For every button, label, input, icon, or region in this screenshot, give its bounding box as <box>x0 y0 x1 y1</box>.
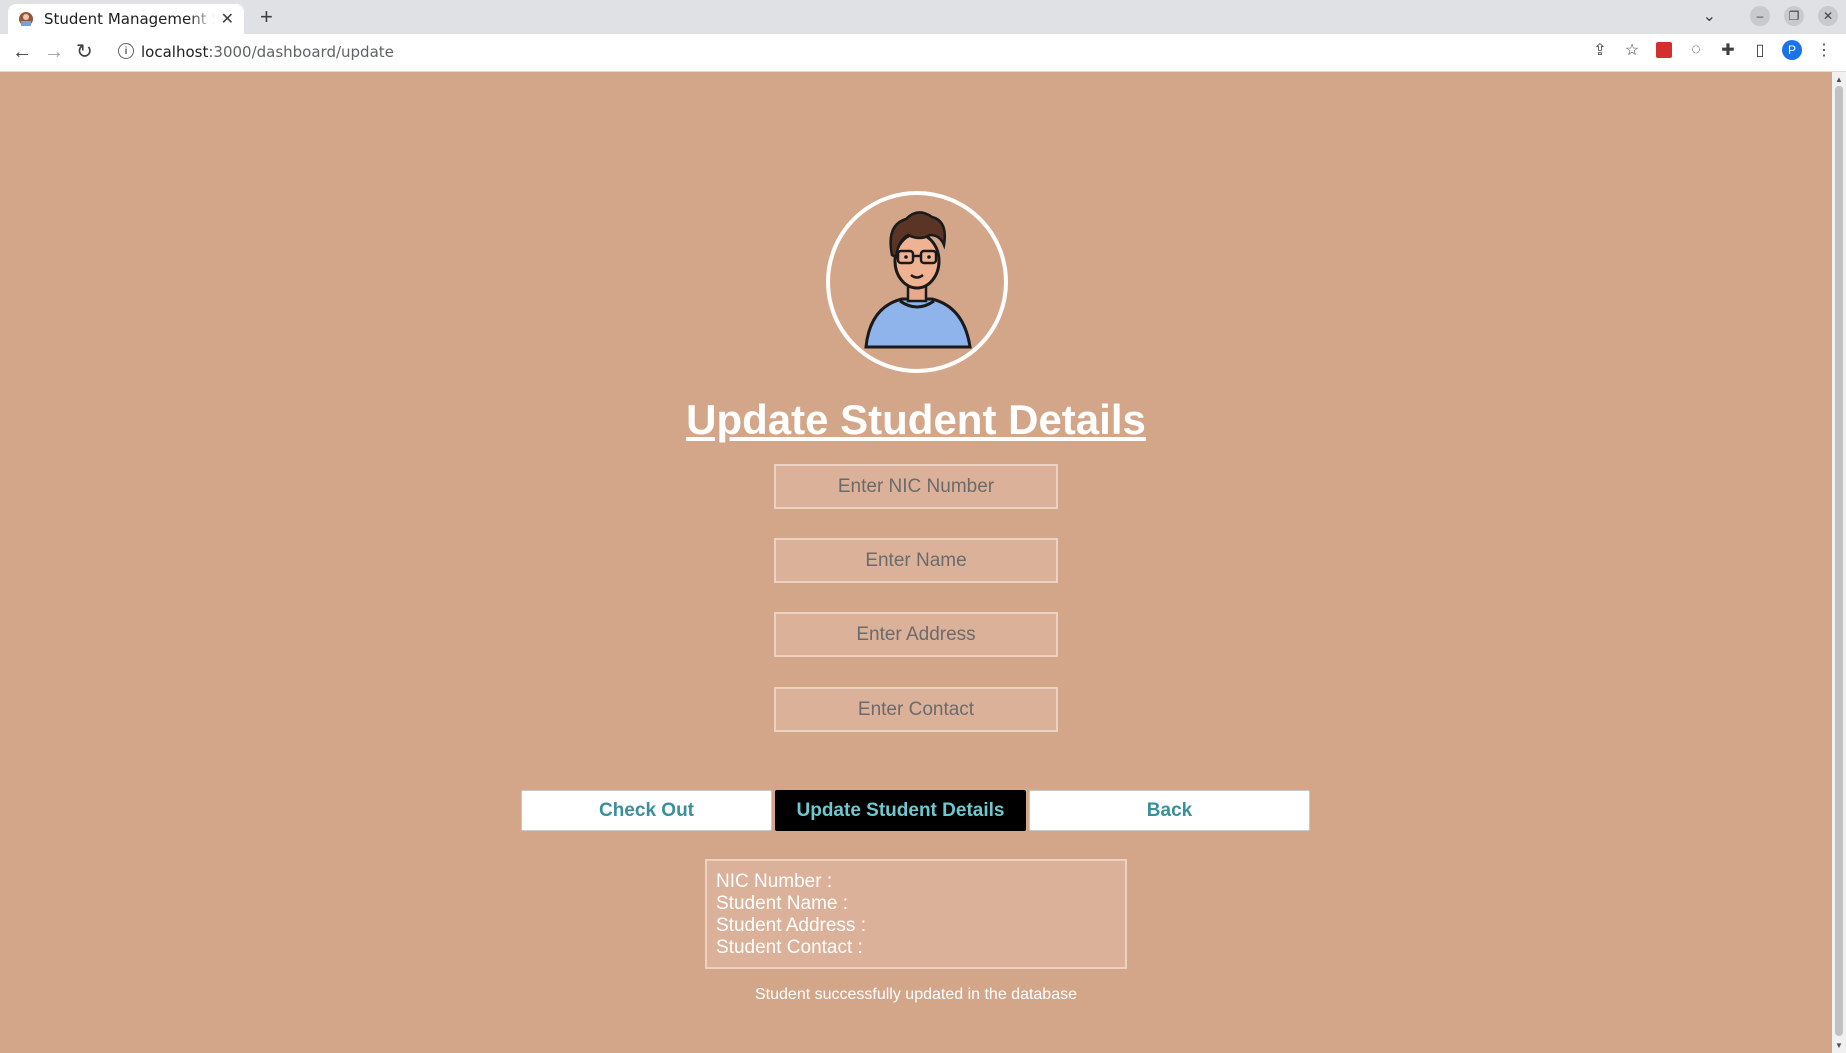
extension-grey-icon[interactable]: ◌ <box>1686 40 1706 60</box>
name-input[interactable] <box>774 538 1058 583</box>
student-avatar <box>826 191 1008 373</box>
extension-red-icon[interactable] <box>1654 40 1674 60</box>
student-contact-label: Student Contact : <box>716 937 863 958</box>
check-out-button[interactable]: Check Out <box>521 790 772 831</box>
browser-toolbar: ← → ↻ i localhost:3000/dashboard/update … <box>0 34 1846 72</box>
new-tab-icon[interactable]: + <box>260 4 273 30</box>
scroll-thumb[interactable] <box>1835 86 1843 1036</box>
tab-close-icon[interactable]: ✕ <box>221 9 234 29</box>
back-button[interactable]: Back <box>1029 790 1310 831</box>
scroll-down-icon[interactable]: ▼ <box>1835 1041 1843 1050</box>
student-details-output: NIC Number : Student Name : Student Addr… <box>705 859 1127 969</box>
extensions-puzzle-icon[interactable]: ✚ <box>1718 40 1738 60</box>
url-path: :3000/dashboard/update <box>208 43 394 61</box>
tab-title: Student Management System <box>44 10 215 28</box>
minimize-icon[interactable]: – <box>1750 6 1770 26</box>
student-avatar-icon <box>864 211 972 349</box>
student-name-label: Student Name : <box>716 893 849 914</box>
restore-icon[interactable]: ❐ <box>1784 6 1804 26</box>
page-scrollbar[interactable]: ▲ ▼ <box>1832 72 1846 1053</box>
kebab-menu-icon[interactable]: ⋮ <box>1814 40 1834 60</box>
tab-search-chevron-icon[interactable]: ⌄ <box>1703 6 1716 26</box>
scroll-up-icon[interactable]: ▲ <box>1835 75 1843 84</box>
side-panel-icon[interactable]: ▯ <box>1750 40 1770 60</box>
site-info-icon[interactable]: i <box>118 43 134 59</box>
favicon-icon <box>18 11 34 27</box>
student-address-label: Student Address : <box>716 915 866 936</box>
page-title: Update Student Details <box>686 396 1146 443</box>
share-icon[interactable]: ⇪ <box>1590 40 1610 60</box>
reload-icon[interactable]: ↻ <box>76 41 93 63</box>
update-student-button[interactable]: Update Student Details <box>775 790 1026 831</box>
forward-arrow-icon[interactable]: → <box>44 41 64 63</box>
window-close-icon[interactable]: ✕ <box>1818 6 1838 26</box>
nic-number-label: NIC Number : <box>716 871 833 892</box>
browser-tab[interactable]: Student Management System ✕ <box>8 4 244 34</box>
back-arrow-icon[interactable]: ← <box>12 41 32 63</box>
contact-input[interactable] <box>774 687 1058 732</box>
browser-tab-bar: Student Management System ✕ + ⌄ – ❐ ✕ <box>0 0 1846 34</box>
url-host: localhost <box>141 43 209 61</box>
profile-avatar[interactable]: P <box>1782 40 1802 60</box>
address-input[interactable] <box>774 612 1058 657</box>
nic-number-input[interactable] <box>774 464 1058 509</box>
status-message: Student successfully updated in the data… <box>755 986 1077 1003</box>
bookmark-star-icon[interactable]: ☆ <box>1622 40 1642 60</box>
address-bar[interactable]: localhost:3000/dashboard/update <box>141 43 394 61</box>
